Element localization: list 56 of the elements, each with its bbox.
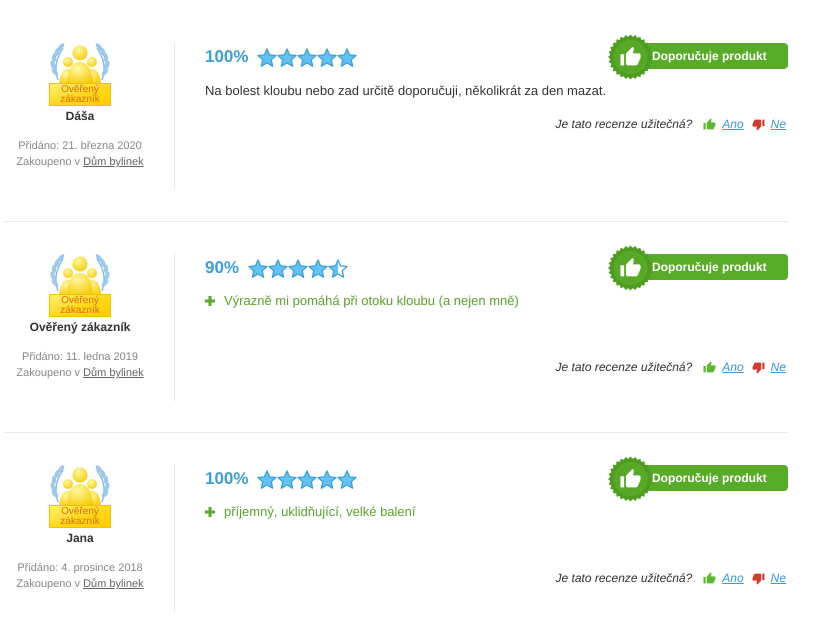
- rating-percent: 90%: [205, 258, 240, 278]
- no-link[interactable]: Ne: [770, 116, 786, 132]
- plus-icon: [205, 296, 215, 306]
- pro-text: příjemný, uklidňující, velké balení: [224, 503, 416, 521]
- star-icon: [288, 258, 308, 278]
- star-icon: [277, 470, 298, 488]
- thumbs-up-icon: [703, 360, 716, 374]
- plus-icon: [205, 507, 215, 517]
- helpful-question: Je tato recenze užitečná?: [556, 570, 692, 586]
- star-icon: [277, 48, 298, 66]
- shop-link[interactable]: Dům bylinek: [83, 156, 144, 168]
- author-name: Jana: [66, 530, 94, 546]
- verified-people-icon: [49, 42, 111, 84]
- shop-link[interactable]: Dům bylinek: [83, 578, 144, 590]
- shop-link[interactable]: Dům bylinek: [83, 367, 144, 379]
- rating-percent: 100%: [205, 469, 248, 489]
- star-icon: [297, 48, 318, 66]
- star-icon: [268, 258, 288, 278]
- thumbs-down-icon: [752, 572, 765, 584]
- thumbs-down-icon: [752, 118, 765, 130]
- no-link[interactable]: Ne: [770, 570, 786, 586]
- thumbs-up-icon: [703, 572, 716, 584]
- review-date: Přidáno: 4. prosince 2018: [17, 561, 143, 576]
- star-icon: [337, 48, 358, 66]
- no-link[interactable]: Ne: [770, 359, 786, 375]
- star-icon: [257, 48, 278, 66]
- purchase-info: Zakoupeno v Dům bylinek: [16, 577, 144, 592]
- thumbs-up-rosette-icon: [608, 245, 653, 291]
- yes-link[interactable]: Ano: [722, 359, 744, 375]
- review-date: Přidáno: 11. ledna 2019: [22, 350, 138, 365]
- helpful-question: Je tato recenze užitečná?: [556, 116, 692, 132]
- rating-percent: 100%: [205, 47, 248, 67]
- yes-link[interactable]: Ano: [722, 116, 744, 132]
- star-icon: [317, 470, 338, 488]
- star-icon: [297, 470, 318, 488]
- thumbs-down-icon: [752, 360, 765, 374]
- star-icon: [337, 470, 358, 488]
- yes-link[interactable]: Ano: [722, 570, 744, 586]
- purchase-info: Zakoupeno v Dům bylinek: [16, 155, 144, 170]
- star-icon: [308, 258, 328, 278]
- thumbs-up-rosette-icon: [608, 34, 653, 80]
- star-icon: [317, 48, 338, 66]
- review-text: Na bolest kloubu nebo zad určitě doporučuji, několikrát za den mazat.: [205, 82, 608, 100]
- review-date: Přidáno: 21. března 2020: [18, 139, 142, 154]
- purchase-info: Zakoupeno v Dům bylinek: [16, 366, 144, 381]
- pro-text: Výrazně mi pomáhá při otoku kloubu (a nejen mně): [224, 292, 519, 310]
- thumbs-up-rosette-icon: [608, 456, 653, 502]
- helpful-question: Je tato recenze užitečná?: [556, 359, 692, 375]
- thumbs-up-icon: [703, 118, 716, 130]
- half-star-icon: [328, 258, 348, 278]
- star-icon: [257, 470, 278, 488]
- star-icon: [248, 258, 268, 278]
- verified-people-icon: [49, 253, 111, 295]
- author-name: Dáša: [66, 108, 94, 124]
- verified-people-icon: [49, 464, 111, 506]
- author-name: Ověřený zákazník: [30, 319, 130, 335]
